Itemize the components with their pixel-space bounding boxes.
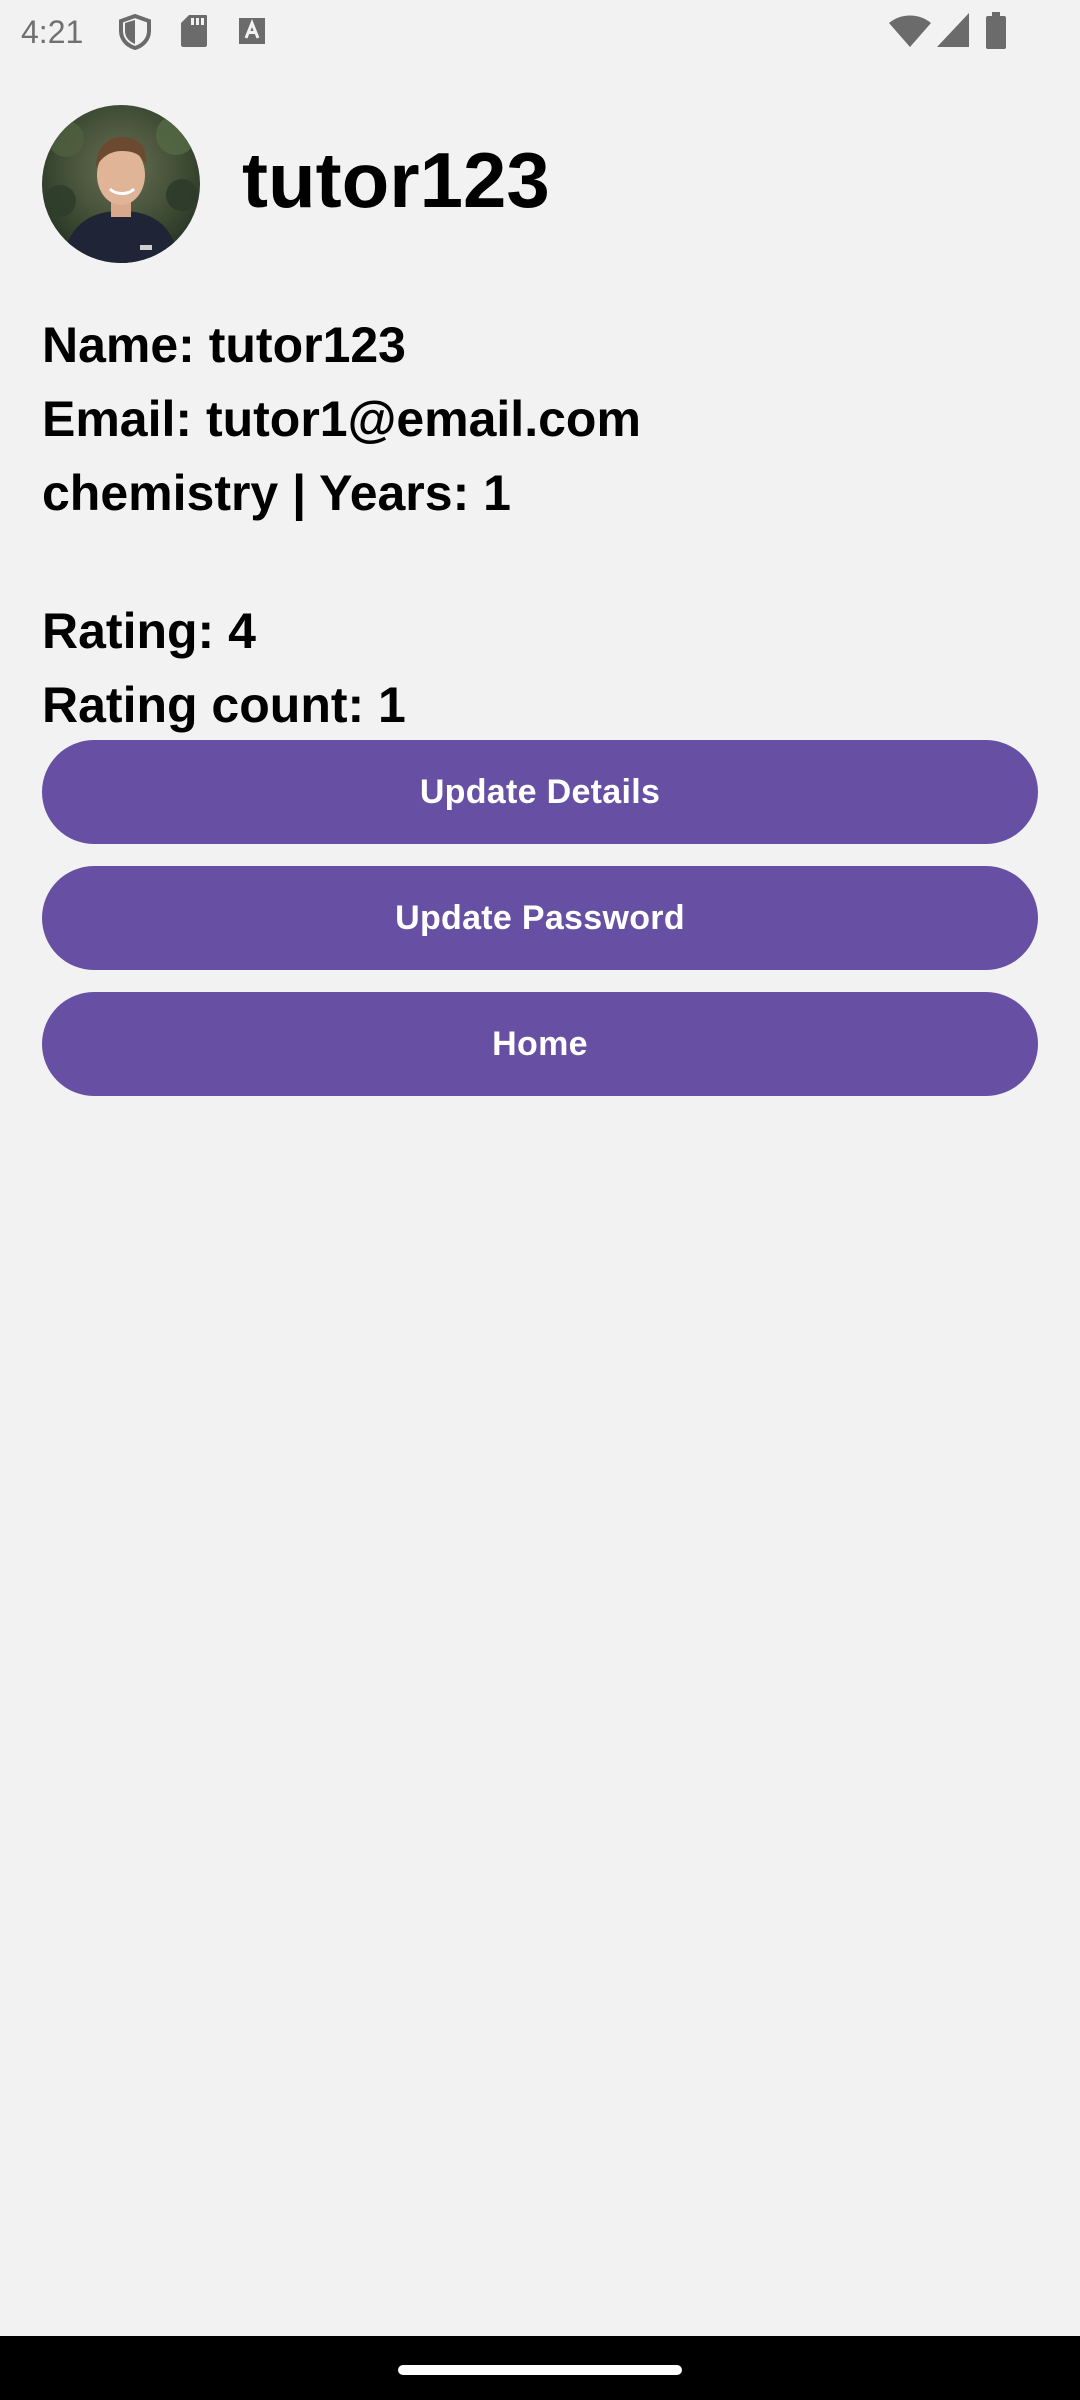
profile-username: tutor123 [242, 136, 550, 224]
shield-icon [119, 14, 151, 50]
update-password-button[interactable]: Update Password [42, 866, 1038, 970]
status-time: 4:21 [21, 14, 84, 50]
rating-text: Rating: 4 [42, 603, 256, 659]
wifi-icon [889, 15, 931, 47]
profile-header: tutor123 [42, 104, 550, 264]
battery-icon [986, 12, 1006, 49]
home-button[interactable]: Home [42, 992, 1038, 1096]
update-details-button[interactable]: Update Details [42, 740, 1038, 844]
subject-years-text: chemistry | Years: 1 [42, 465, 511, 521]
name-text: Name: tutor123 [42, 317, 406, 373]
profile-photo-icon [42, 105, 200, 263]
font-a-icon [239, 18, 265, 44]
sd-card-icon [181, 15, 207, 47]
email-text: Email: tutor1@email.com [42, 391, 641, 447]
avatar [42, 105, 200, 263]
details-spacer [42, 530, 1038, 594]
cell-signal-icon [937, 13, 969, 47]
home-gesture-handle[interactable] [398, 2365, 682, 2375]
status-bar: 4:21 [0, 0, 1080, 64]
profile-details: Name: tutor123 Email: tutor1@email.com c… [42, 308, 1038, 742]
navigation-bar [0, 2336, 1080, 2400]
rating-count-text: Rating count: 1 [42, 677, 406, 733]
